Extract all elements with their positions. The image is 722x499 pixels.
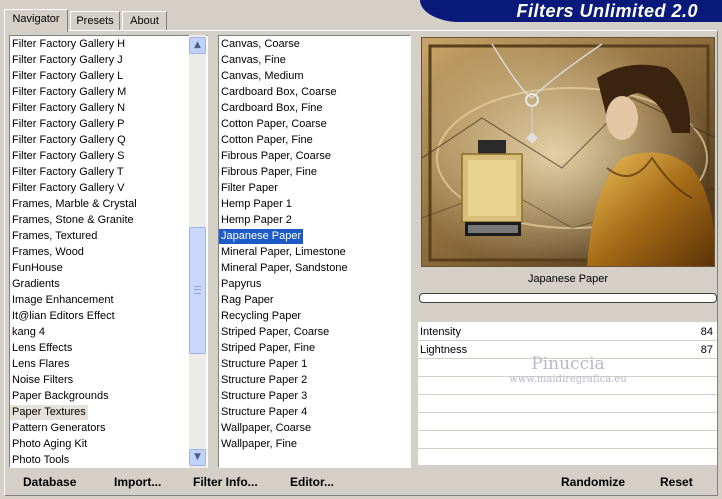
category-list-item[interactable]: Filter Factory Gallery M bbox=[10, 85, 128, 100]
scroll-up-icon[interactable]: ▲ bbox=[189, 37, 206, 54]
filter-list-item[interactable]: Wallpaper, Coarse bbox=[219, 421, 313, 436]
preview-artwork bbox=[422, 38, 714, 266]
filter-list-item[interactable]: Hemp Paper 1 bbox=[219, 197, 294, 212]
filter-list-item[interactable]: Cotton Paper, Coarse bbox=[219, 117, 329, 132]
filter-list-item[interactable]: Striped Paper, Fine bbox=[219, 341, 317, 356]
category-list-item[interactable]: Filter Factory Gallery N bbox=[10, 101, 127, 116]
button-bar: Database Import... Filter Info... Editor… bbox=[0, 470, 722, 494]
filter-list-item[interactable]: Filter Paper bbox=[219, 181, 280, 196]
param-empty-row bbox=[418, 413, 717, 431]
filter-list-item[interactable]: Structure Paper 3 bbox=[219, 389, 309, 404]
filter-list-item[interactable]: Structure Paper 2 bbox=[219, 373, 309, 388]
category-list-item[interactable]: FunHouse bbox=[10, 261, 65, 276]
category-list-item[interactable]: Paper Textures bbox=[10, 405, 88, 420]
param-empty-row bbox=[418, 449, 717, 467]
category-list-item[interactable]: Lens Effects bbox=[10, 341, 74, 356]
param-empty-row bbox=[418, 431, 717, 449]
filter-list-item[interactable]: Papyrus bbox=[219, 277, 263, 292]
tab-navigator[interactable]: Navigator bbox=[4, 9, 68, 32]
category-list-item[interactable]: Pattern Generators bbox=[10, 421, 108, 436]
filter-list-item[interactable]: Structure Paper 4 bbox=[219, 405, 309, 420]
param-intensity[interactable]: Intensity 84 bbox=[418, 323, 717, 341]
category-list-item[interactable]: Filter Factory Gallery L bbox=[10, 69, 125, 84]
category-scrollbar[interactable]: ▲ ▼ bbox=[189, 35, 206, 468]
grip-icon bbox=[194, 286, 201, 294]
filter-list-item[interactable]: Striped Paper, Coarse bbox=[219, 325, 331, 340]
param-intensity-value: 84 bbox=[700, 326, 713, 338]
preview-caption: Japanese Paper bbox=[527, 273, 609, 285]
param-empty-row bbox=[418, 395, 717, 413]
filter-list-item[interactable]: Japanese Paper bbox=[219, 229, 304, 244]
filter-list-item[interactable]: Canvas, Medium bbox=[219, 69, 306, 84]
category-list-item[interactable]: Filter Factory Gallery J bbox=[10, 53, 125, 68]
category-list-item[interactable]: Filter Factory Gallery H bbox=[10, 37, 127, 52]
filter-list-item[interactable]: Wallpaper, Fine bbox=[219, 437, 299, 452]
category-list-item[interactable]: Filter Factory Gallery V bbox=[10, 181, 126, 196]
scroll-thumb[interactable] bbox=[189, 227, 206, 354]
reset-button[interactable]: Reset bbox=[660, 474, 693, 490]
param-lightness-label: Lightness bbox=[420, 344, 468, 356]
category-list-item[interactable]: It@lian Editors Effect bbox=[10, 309, 117, 324]
tab-presets[interactable]: Presets bbox=[70, 11, 120, 31]
category-list-item[interactable]: kang 4 bbox=[10, 325, 47, 340]
filter-list-item[interactable]: Cardboard Box, Coarse bbox=[219, 85, 339, 100]
watermark-url: www.maidiregrafica.eu bbox=[509, 374, 627, 385]
preview-image bbox=[421, 37, 715, 267]
randomize-button[interactable]: Randomize bbox=[561, 474, 625, 490]
database-button[interactable]: Database bbox=[23, 474, 76, 490]
filter-list-item[interactable]: Canvas, Fine bbox=[219, 53, 288, 68]
filter-list[interactable]: Canvas, Coarse Canvas, Fine Canvas, Medium… bbox=[218, 35, 411, 468]
category-list-item[interactable]: Filter Factory Gallery Q bbox=[10, 133, 128, 148]
filter-info-button[interactable]: Filter Info... bbox=[193, 474, 258, 490]
watermark-name: Pinuccia bbox=[531, 354, 605, 374]
editor-button[interactable]: Editor... bbox=[290, 474, 334, 490]
scroll-down-icon[interactable]: ▼ bbox=[189, 449, 206, 466]
category-list-item[interactable]: Lens Flares bbox=[10, 357, 71, 372]
import-button[interactable]: Import... bbox=[114, 474, 161, 490]
filter-list-item[interactable]: Fibrous Paper, Coarse bbox=[219, 149, 333, 164]
filter-list-item[interactable]: Cardboard Box, Fine bbox=[219, 101, 325, 116]
category-list-item[interactable]: Filter Factory Gallery P bbox=[10, 117, 126, 132]
category-list-item[interactable]: Frames, Stone & Granite bbox=[10, 213, 136, 228]
app-title: Filters Unlimited 2.0 bbox=[516, 1, 698, 21]
param-lightness-value: 87 bbox=[700, 344, 713, 356]
category-list-item[interactable]: Photo Aging Kit bbox=[10, 437, 89, 452]
filter-list-item[interactable]: Recycling Paper bbox=[219, 309, 303, 324]
filter-list-item[interactable]: Fibrous Paper, Fine bbox=[219, 165, 319, 180]
category-list-item[interactable]: Filter Factory Gallery T bbox=[10, 165, 126, 180]
category-list-item[interactable]: Noise Filters bbox=[10, 373, 75, 388]
category-list-item[interactable]: Frames, Wood bbox=[10, 245, 86, 260]
watermark: Pinuccia www.maidiregrafica.eu bbox=[478, 354, 658, 385]
param-intensity-label: Intensity bbox=[420, 326, 461, 338]
filter-list-item[interactable]: Canvas, Coarse bbox=[219, 37, 302, 52]
category-list-item[interactable]: Image Enhancement bbox=[10, 293, 116, 308]
title-banner: Filters Unlimited 2.0 bbox=[420, 0, 722, 22]
category-list-item[interactable]: Frames, Marble & Crystal bbox=[10, 197, 139, 212]
filter-list-item[interactable]: Hemp Paper 2 bbox=[219, 213, 294, 228]
progress-bar bbox=[419, 293, 717, 303]
filter-list-item[interactable]: Cotton Paper, Fine bbox=[219, 133, 315, 148]
category-list[interactable]: Filter Factory Gallery H Filter Factory G… bbox=[9, 35, 208, 468]
category-list-item[interactable]: Filter Factory Gallery S bbox=[10, 149, 126, 164]
parameter-panel: Intensity 84 Lightness 87 Pinuccia www.m… bbox=[418, 322, 717, 467]
filter-list-item[interactable]: Structure Paper 1 bbox=[219, 357, 309, 372]
tab-about[interactable]: About bbox=[122, 11, 167, 31]
category-list-item[interactable]: Photo Tools bbox=[10, 453, 71, 467]
category-list-item[interactable]: Frames, Textured bbox=[10, 229, 99, 244]
category-list-item[interactable]: Paper Backgrounds bbox=[10, 389, 111, 404]
filter-list-item[interactable]: Mineral Paper, Limestone bbox=[219, 245, 348, 260]
category-list-item[interactable]: Gradients bbox=[10, 277, 62, 292]
filter-list-item[interactable]: Mineral Paper, Sandstone bbox=[219, 261, 350, 276]
filter-list-item[interactable]: Rag Paper bbox=[219, 293, 276, 308]
